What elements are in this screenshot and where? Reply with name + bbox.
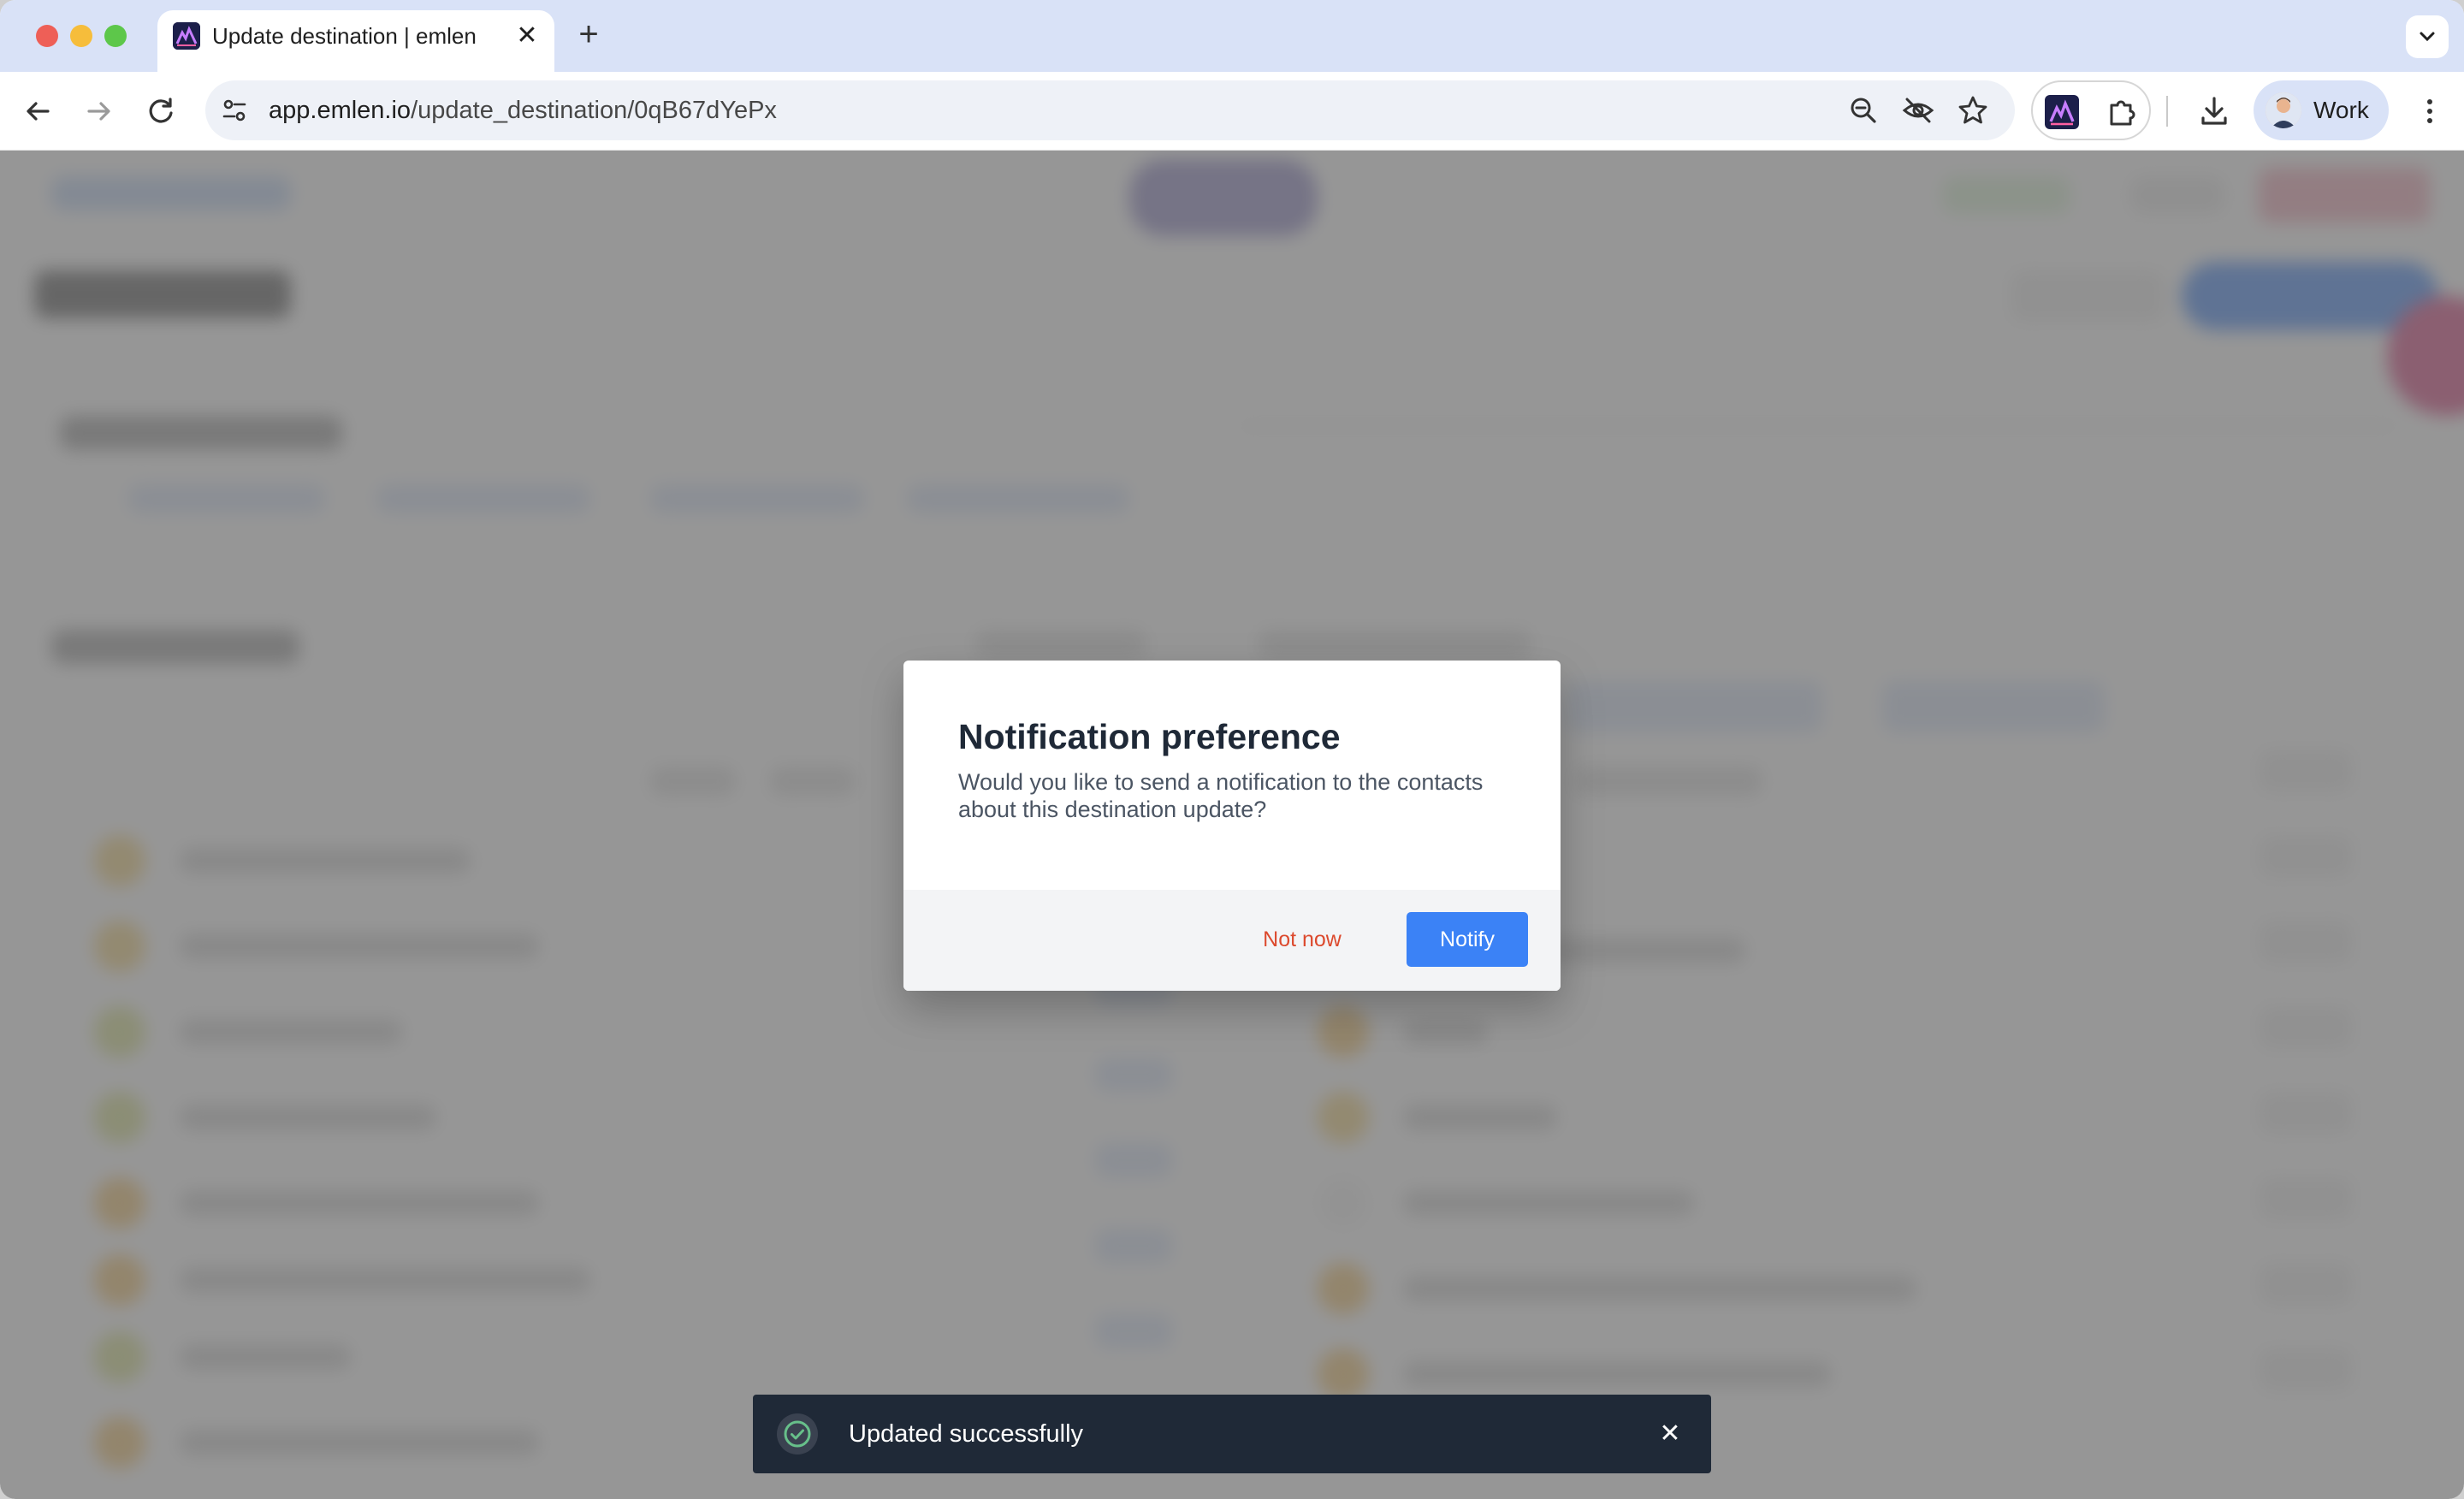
tab-list-button[interactable] [2406,15,2449,58]
toolbar-divider [2166,96,2168,127]
address-bar[interactable]: app.emlen.io/update_destination/0qB67dYe… [205,80,2015,140]
profile-label: Work [2313,97,2369,123]
minimize-window-button[interactable] [70,25,92,47]
notify-button[interactable]: Notify [1407,912,1528,967]
modal-body-text: Would you like to send a notification to… [958,769,1484,822]
profile-button[interactable]: Work [2254,80,2389,140]
success-toast: Updated successfully ✕ [753,1395,1711,1473]
zoom-window-button[interactable] [104,25,127,47]
reload-icon [149,98,173,123]
page-viewport: Notification preference Would you like t… [0,151,2464,1499]
url-domain: app.emlen.io [269,97,412,124]
notification-preference-dialog: Notification preference Would you like t… [903,661,1561,991]
modal-title: Notification preference [958,717,1341,756]
chevron-down-icon [2420,32,2435,42]
toast-message: Updated successfully [849,1420,1084,1448]
browser-toolbar: app.emlen.io/update_destination/0qB67dYe… [0,72,2464,151]
close-icon[interactable]: ✕ [1653,1417,1687,1451]
not-now-button[interactable]: Not now [1234,912,1371,967]
tab-update-destination[interactable]: Update destination | emlen ✕ [157,10,554,72]
tab-strip: Update destination | emlen ✕ + [0,0,2464,72]
tune-icon[interactable] [219,95,250,126]
star-icon[interactable] [1956,93,1990,127]
url-text[interactable]: app.emlen.io/update_destination/0qB67dYe… [269,96,777,125]
download-icon[interactable] [2195,92,2233,130]
forward-button[interactable] [79,91,120,132]
back-button[interactable] [17,91,58,132]
emlen-extension-icon[interactable] [2045,95,2079,129]
browser-window: Update destination | emlen ✕ + app.emlen… [0,0,2464,1499]
extensions-group [2031,80,2151,140]
arrow-left-icon [27,102,50,121]
tab-title: Update destination | emlen [212,23,477,49]
puzzle-icon[interactable] [2105,95,2139,129]
plus-icon[interactable]: + [573,17,604,51]
avatar [2266,92,2301,128]
modal-footer: Not now Notify [903,890,1561,991]
kebab-menu-icon[interactable] [2411,92,2449,130]
check-circle-icon [775,1412,820,1456]
reload-button[interactable] [140,91,181,132]
zoom-out-icon[interactable] [1846,93,1881,127]
arrow-right-icon [87,102,110,121]
url-path: /update_destination/0qB67dYePx [411,97,777,124]
close-window-button[interactable] [36,25,58,47]
emlen-logo-icon [173,22,200,50]
eye-off-icon[interactable] [1901,93,1935,127]
close-icon[interactable]: ✕ [513,22,541,50]
